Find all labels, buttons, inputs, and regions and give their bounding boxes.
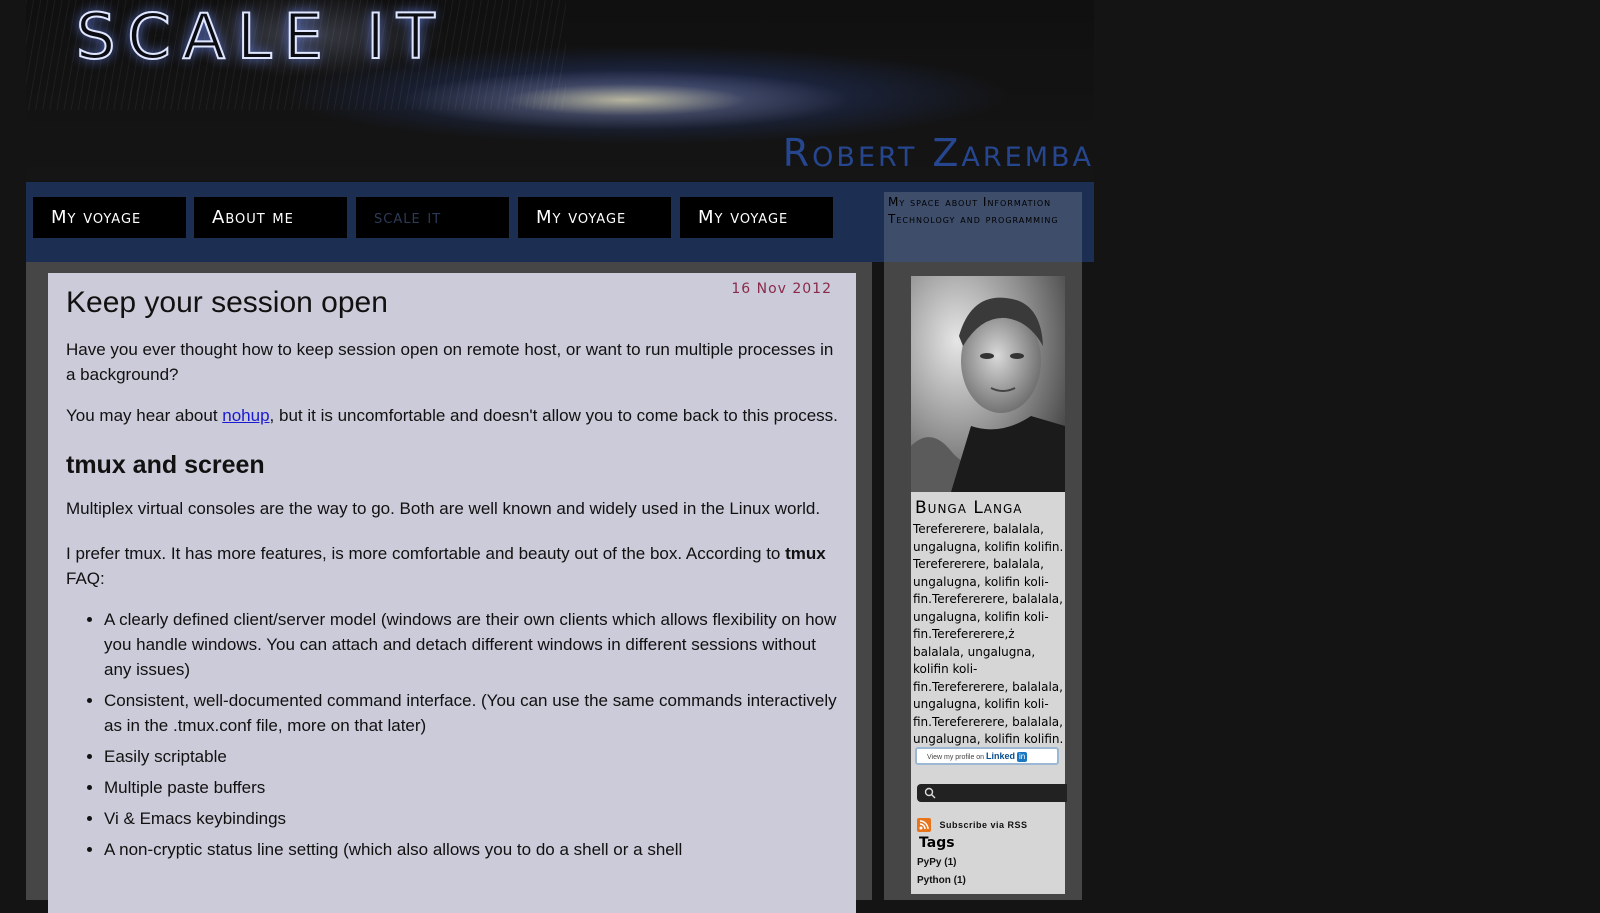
post-text: FAQ:: [66, 569, 105, 588]
tag-link-python[interactable]: Python (1): [917, 875, 966, 886]
nav-item-about-me[interactable]: About me: [194, 197, 347, 238]
nav-item-scale-it[interactable]: scale it: [356, 197, 509, 238]
section-heading: tmux and screen: [66, 451, 265, 479]
site-title[interactable]: SCALE IT: [75, 5, 447, 69]
author-name: Robert Zaremba: [782, 131, 1094, 175]
post-title[interactable]: Keep your session open: [66, 285, 838, 321]
list-item: Multiple paste buffers: [104, 775, 838, 800]
post-text: , but it is uncomfortable and doesn't al…: [269, 406, 838, 425]
main-navigation: My voyage About me scale it My voyage My…: [26, 182, 1094, 262]
post-paragraph-intro: Have you ever thought how to keep sessio…: [66, 340, 834, 384]
linkedin-text: View my profile on: [927, 754, 985, 761]
post-text: I prefer tmux. It has more features, is …: [66, 544, 786, 563]
avatar-photo: [911, 276, 1065, 492]
nav-item-my-voyage[interactable]: My voyage: [33, 197, 186, 238]
search-input[interactable]: [917, 784, 1067, 802]
content-column: 16 Nov 2012 Keep your session open Have …: [26, 262, 872, 913]
feature-list: A clearly defined client/server model (w…: [66, 607, 838, 862]
linkedin-icon: in: [1017, 752, 1028, 762]
nohup-link[interactable]: nohup: [222, 406, 269, 425]
post-text: You may hear about: [66, 406, 223, 425]
list-item: A clearly defined client/server model (w…: [104, 607, 838, 682]
nav-item-my-voyage-2[interactable]: My voyage: [518, 197, 671, 238]
search-icon[interactable]: [923, 786, 937, 800]
rss-subscribe-link[interactable]: Subscribe via RSS: [917, 816, 1028, 832]
blog-post: 16 Nov 2012 Keep your session open Have …: [48, 273, 856, 913]
post-bold-text: tmux: [785, 544, 826, 563]
list-item: Vi & Emacs keybindings: [104, 806, 838, 831]
list-item: Consistent, well-documented command inte…: [104, 688, 838, 738]
linkedin-profile-button[interactable]: View my profile on Linked in: [915, 747, 1059, 765]
tag-link-pypy[interactable]: PyPy (1): [917, 857, 956, 868]
linkedin-brand: Linked: [986, 751, 1016, 761]
site-tagline: My space about Information Technology an…: [884, 192, 1082, 262]
list-item: Easily scriptable: [104, 744, 838, 769]
list-item: A non-cryptic status line setting (which…: [104, 837, 838, 862]
post-paragraph-nohup: You may hear about nohup, but it is unco…: [66, 403, 838, 428]
nav-item-my-voyage-3[interactable]: My voyage: [680, 197, 833, 238]
post-paragraph-prefer: I prefer tmux. It has more features, is …: [66, 541, 838, 591]
tags-heading: Tags: [919, 835, 955, 851]
rss-icon: [917, 817, 931, 832]
rss-label: Subscribe via RSS: [939, 819, 1028, 830]
profile-bio: Terefererere, balalala, ungalugna, kolif…: [913, 522, 1064, 746]
avatar: [911, 276, 1065, 492]
sidebar-panel: Bunga Langa Terefererere, balalala, unga…: [911, 276, 1067, 894]
profile-name: Bunga Langa: [915, 498, 1023, 518]
post-paragraph-multiplex: Multiplex virtual consoles are the way t…: [66, 499, 821, 518]
post-date: 16 Nov 2012: [731, 281, 832, 297]
site-header: SCALE IT Robert Zaremba: [26, 0, 1094, 180]
sidebar: Bunga Langa Terefererere, balalala, unga…: [884, 262, 1082, 900]
